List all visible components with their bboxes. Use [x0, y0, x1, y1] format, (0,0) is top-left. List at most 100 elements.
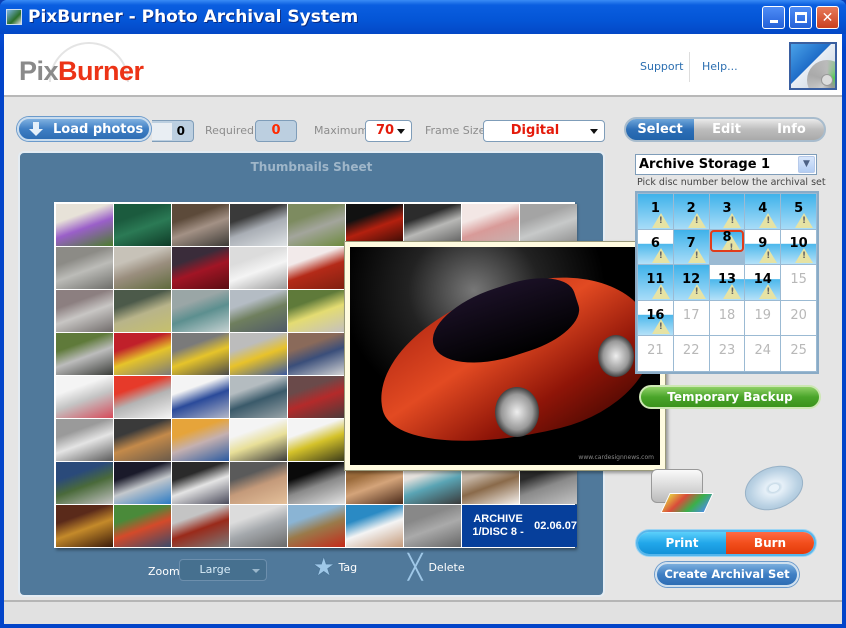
thumbnail[interactable]: [56, 462, 113, 504]
thumbnail[interactable]: [288, 376, 345, 418]
tab-edit[interactable]: Edit: [694, 119, 759, 140]
disc-19[interactable]: 19: [745, 300, 781, 336]
x-icon: ╳: [408, 553, 423, 581]
disc-22[interactable]: 22: [673, 336, 709, 371]
thumbnail[interactable]: [404, 505, 461, 547]
thumbnail[interactable]: [230, 290, 287, 332]
disc-12[interactable]: 12: [673, 265, 709, 300]
thumbnail[interactable]: [172, 462, 229, 504]
thumbnail[interactable]: [114, 204, 171, 246]
thumbnail[interactable]: [114, 333, 171, 375]
disc-8[interactable]: 8: [709, 229, 745, 252]
support-link[interactable]: Support: [640, 60, 683, 73]
thumbnail[interactable]: [230, 333, 287, 375]
thumbnail[interactable]: [56, 290, 113, 332]
thumbnail[interactable]: [172, 204, 229, 246]
thumbnail[interactable]: [288, 462, 345, 504]
thumbnail[interactable]: [288, 505, 345, 547]
thumbnail[interactable]: [114, 505, 171, 547]
thumbnail[interactable]: [230, 505, 287, 547]
disc-7[interactable]: 7: [673, 229, 709, 265]
thumbnail[interactable]: [288, 419, 345, 461]
thumbnail[interactable]: [172, 419, 229, 461]
minimize-button[interactable]: [762, 6, 785, 29]
thumbnail[interactable]: [56, 376, 113, 418]
minimize-icon: [769, 20, 778, 23]
tab-info[interactable]: Info: [759, 119, 824, 140]
disc-3[interactable]: 3: [709, 194, 745, 229]
thumbnail[interactable]: [230, 419, 287, 461]
thumbnail[interactable]: [230, 462, 287, 504]
maximum-value: 70: [376, 123, 395, 138]
title-bar[interactable]: PixBurner - Photo Archival System ✕: [0, 0, 846, 34]
thumbnail[interactable]: [230, 376, 287, 418]
thumbnail[interactable]: [114, 247, 171, 289]
disc-23[interactable]: 23: [709, 336, 745, 371]
disc-14[interactable]: 14: [745, 265, 781, 300]
help-link[interactable]: Help...: [702, 60, 738, 73]
disc-grid: 1234567891011121314151617181920212223242…: [635, 191, 819, 374]
thumbnail[interactable]: [462, 204, 519, 246]
disc-number: 14: [753, 271, 772, 287]
disc-4[interactable]: 4: [745, 194, 781, 229]
thumbnail[interactable]: [404, 204, 461, 246]
thumbnail[interactable]: [288, 204, 345, 246]
thumbnail[interactable]: [288, 247, 345, 289]
frame-size-select[interactable]: Digital: [483, 120, 605, 142]
disc-10[interactable]: 10: [781, 229, 816, 265]
tab-select[interactable]: Select: [626, 119, 694, 140]
disc-25[interactable]: 25: [781, 336, 816, 371]
thumbnail[interactable]: [172, 333, 229, 375]
temporary-backup-button[interactable]: Temporary Backup: [639, 385, 821, 409]
create-archival-set-button[interactable]: Create Archival Set: [655, 562, 799, 587]
maximize-button[interactable]: [789, 6, 812, 29]
delete-button[interactable]: ╳ Delete: [408, 553, 465, 581]
thumbnail[interactable]: [172, 376, 229, 418]
disc-9[interactable]: 9: [745, 229, 781, 265]
disc-21[interactable]: 21: [638, 336, 673, 371]
disc-number: 16: [646, 307, 665, 323]
disc-18[interactable]: 18: [709, 300, 745, 336]
disc-15[interactable]: 15: [781, 265, 816, 300]
thumbnail[interactable]: [230, 204, 287, 246]
thumbnail[interactable]: [114, 290, 171, 332]
thumbnail[interactable]: [288, 290, 345, 332]
tag-button[interactable]: ★ Tag: [313, 555, 357, 579]
thumbnail[interactable]: [346, 204, 403, 246]
thumbnail[interactable]: [230, 247, 287, 289]
thumbnail[interactable]: [56, 505, 113, 547]
disc-6[interactable]: 6: [638, 229, 673, 265]
thumbnail[interactable]: [114, 462, 171, 504]
zoom-label: Zoom: [148, 565, 180, 578]
thumbnail[interactable]: [172, 247, 229, 289]
disc-20[interactable]: 20: [781, 300, 816, 336]
zoom-select[interactable]: Large: [179, 559, 267, 581]
disc-1[interactable]: 1: [638, 194, 673, 229]
thumbnail[interactable]: [172, 505, 229, 547]
disc-number: 23: [718, 343, 736, 359]
close-button[interactable]: ✕: [816, 6, 839, 29]
disc-2[interactable]: 2: [673, 194, 709, 229]
thumbnail[interactable]: [114, 376, 171, 418]
thumbnail[interactable]: [56, 333, 113, 375]
thumbnail[interactable]: [346, 505, 403, 547]
disc-16[interactable]: 16: [638, 300, 673, 336]
thumbnail[interactable]: [56, 247, 113, 289]
disc-5[interactable]: 5: [781, 194, 816, 229]
thumbnail[interactable]: [56, 419, 113, 461]
burn-button[interactable]: Burn: [726, 532, 814, 554]
sheet-archive-label: ARCHIVE 1/DISC 8 - 02.06.07: [462, 505, 577, 547]
disc-13[interactable]: 13: [709, 265, 745, 300]
disc-17[interactable]: 17: [673, 300, 709, 336]
thumbnail[interactable]: [114, 419, 171, 461]
print-button[interactable]: Print: [638, 532, 726, 554]
thumbnail[interactable]: [288, 333, 345, 375]
disc-24[interactable]: 24: [745, 336, 781, 371]
thumbnail[interactable]: [56, 204, 113, 246]
disc-11[interactable]: 11: [638, 265, 673, 300]
thumbnail[interactable]: [520, 204, 577, 246]
archive-storage-select[interactable]: Archive Storage 1 ▼: [635, 154, 817, 175]
maximum-select[interactable]: 70: [365, 120, 412, 142]
load-photos-button[interactable]: Load photos: [17, 117, 151, 141]
thumbnail[interactable]: [172, 290, 229, 332]
